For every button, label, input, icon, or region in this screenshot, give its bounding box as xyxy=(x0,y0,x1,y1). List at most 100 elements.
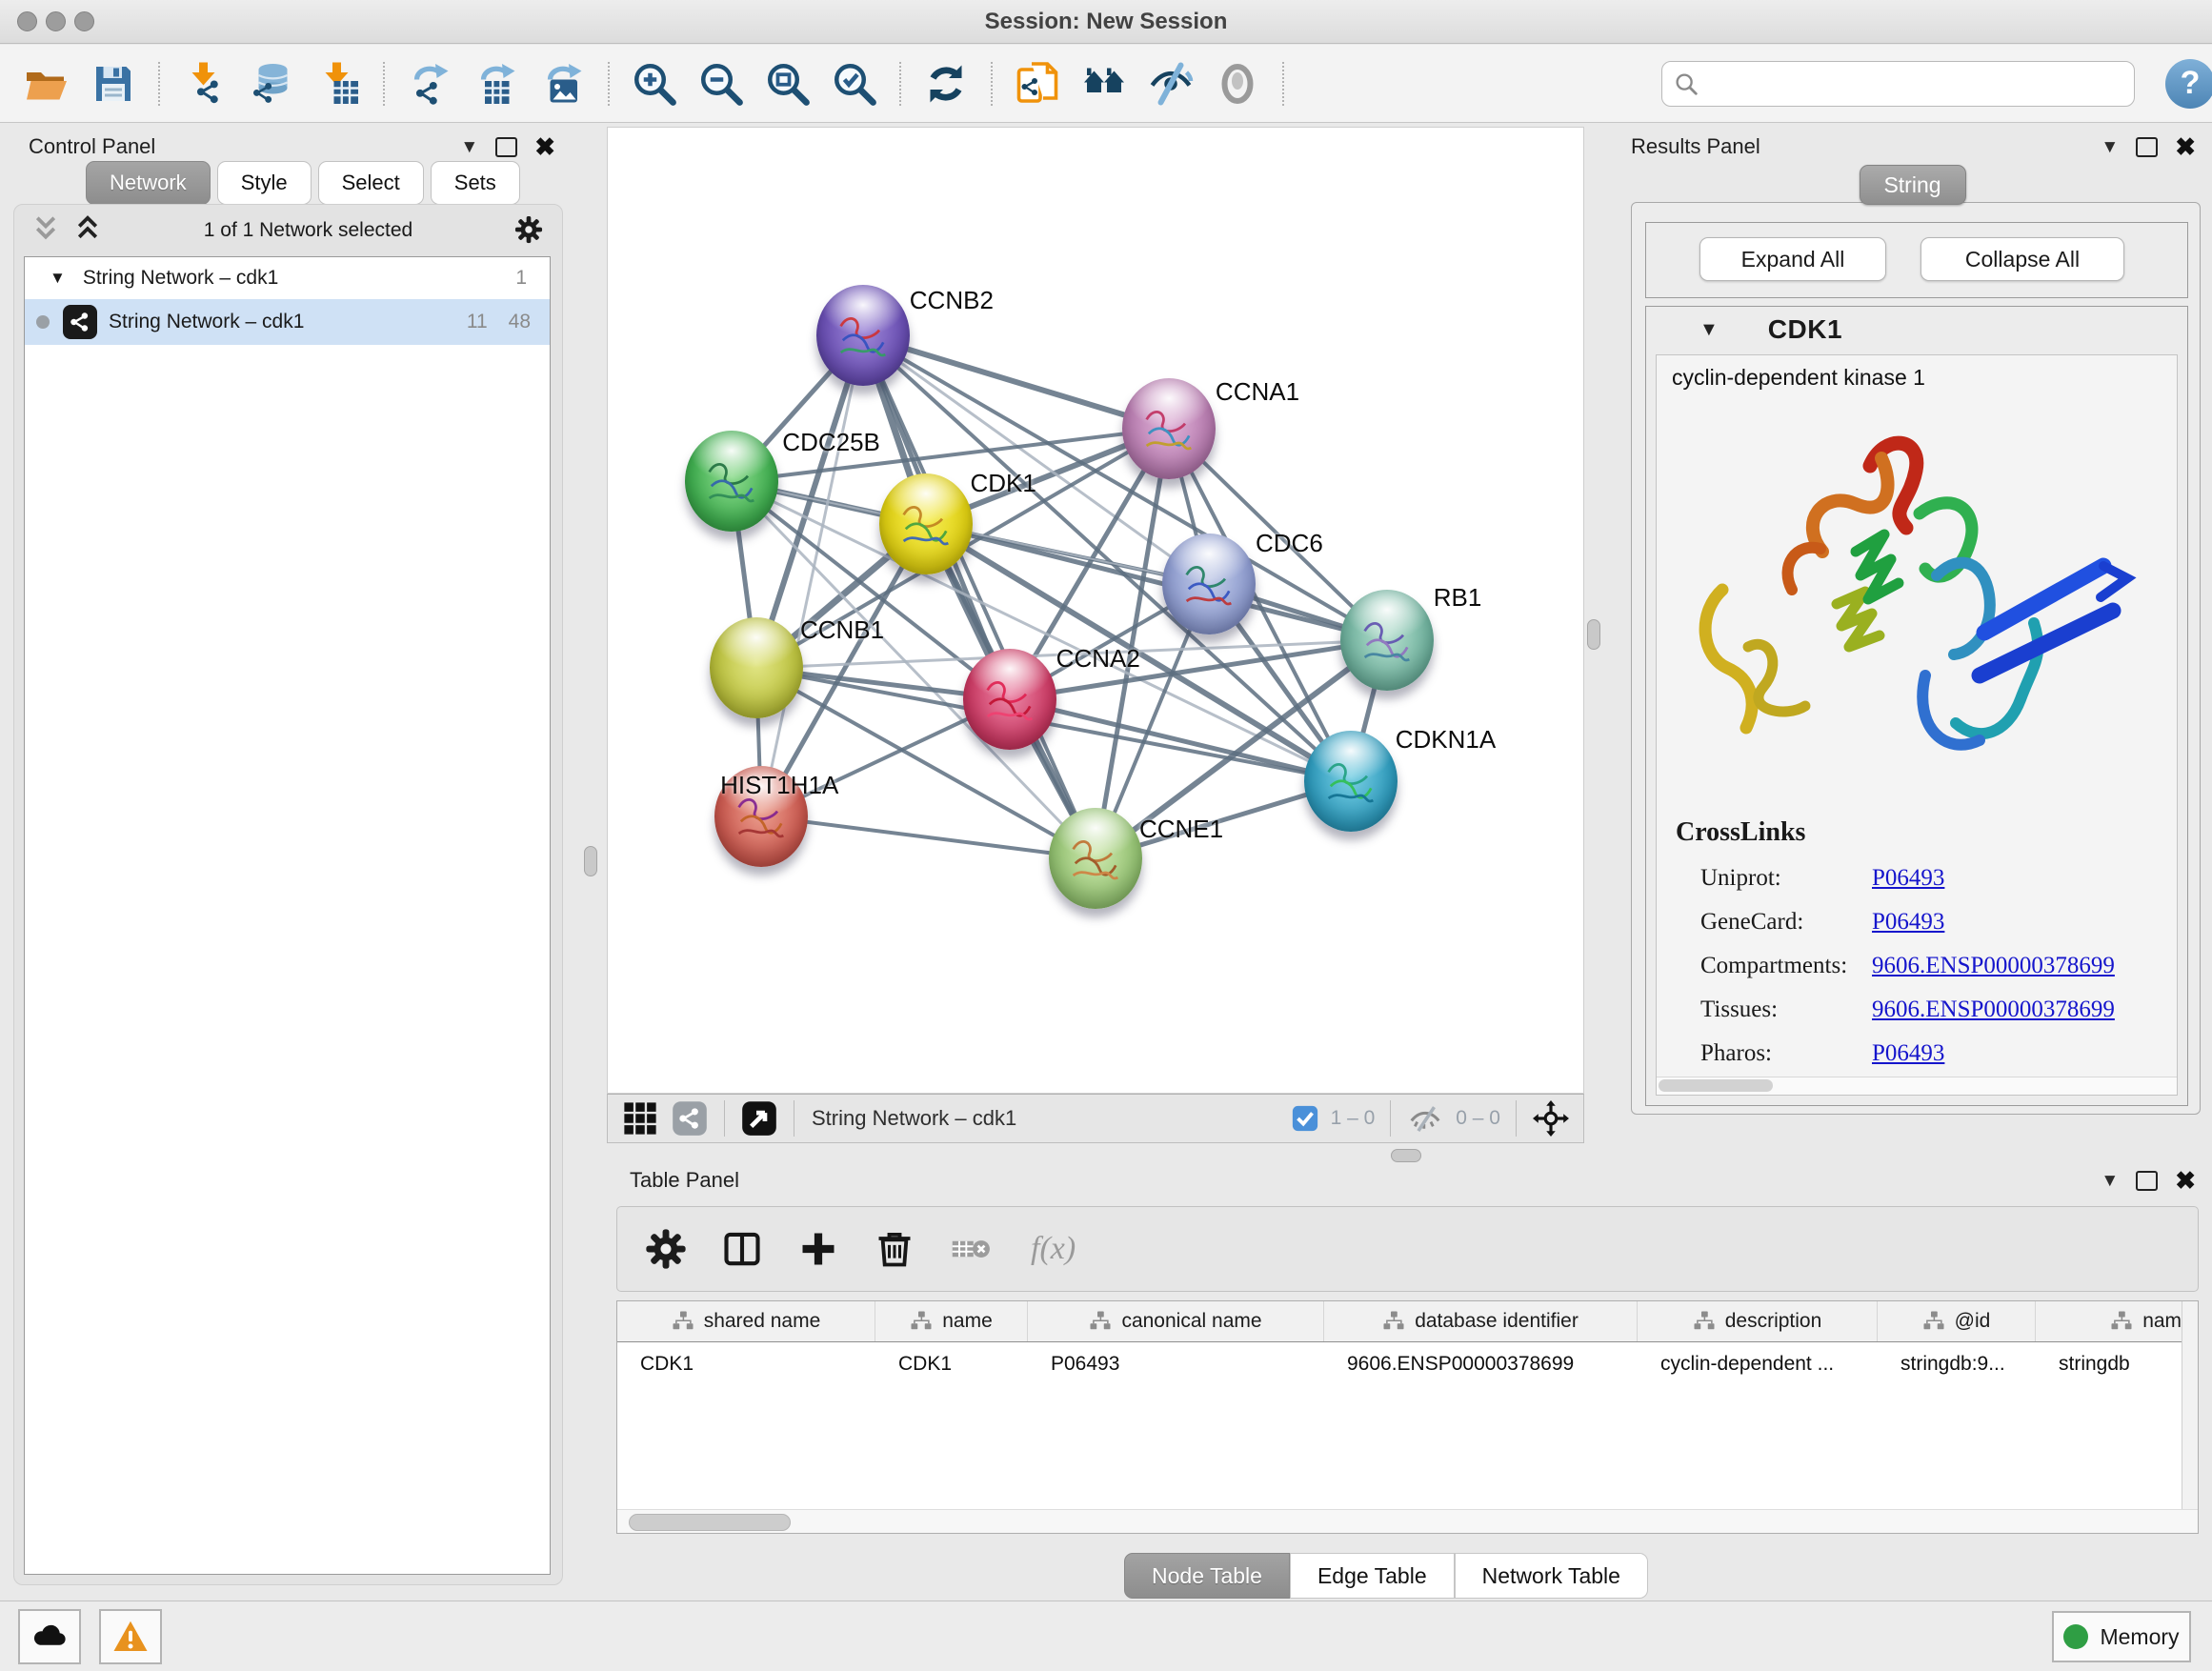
open-file-button[interactable] xyxy=(19,56,74,111)
search-input[interactable] xyxy=(1706,70,2124,97)
column-header-description[interactable]: description xyxy=(1638,1301,1878,1341)
eye-hidden-icon[interactable] xyxy=(1404,1097,1446,1139)
column-header-database-identifier[interactable]: database identifier xyxy=(1324,1301,1638,1341)
panel-collapse-icon[interactable]: ▼ xyxy=(2101,138,2119,156)
panel-divider-handle[interactable] xyxy=(1587,619,1600,650)
network-node-CDKN1A[interactable] xyxy=(1304,731,1398,832)
expand-all-networks-icon[interactable] xyxy=(73,214,102,248)
scrollbar-thumb[interactable] xyxy=(1659,1079,1773,1092)
network-node-RB1[interactable] xyxy=(1340,590,1434,691)
table-cell[interactable]: CDK1 xyxy=(617,1342,875,1386)
network-node-CDC25B[interactable] xyxy=(685,431,778,532)
network-options-gear-icon[interactable] xyxy=(514,215,545,246)
columns-button[interactable] xyxy=(720,1227,764,1271)
panel-close-icon[interactable]: ✖ xyxy=(2175,134,2196,159)
column-header-shared-name[interactable]: shared name xyxy=(617,1301,875,1341)
collapse-all-networks-icon[interactable] xyxy=(31,214,60,248)
expand-all-button[interactable]: Expand All xyxy=(1699,237,1886,281)
panel-divider-handle[interactable] xyxy=(1391,1149,1421,1162)
share-badge-icon[interactable] xyxy=(669,1097,711,1139)
memory-button[interactable]: Memory xyxy=(2052,1611,2191,1662)
tab-edge-table[interactable]: Edge Table xyxy=(1290,1553,1455,1599)
collapse-all-button[interactable]: Collapse All xyxy=(1920,237,2124,281)
gene-entry-header[interactable]: ▼ CDK1 xyxy=(1646,307,2187,352)
column-header-name[interactable]: name xyxy=(875,1301,1028,1341)
network-edge[interactable] xyxy=(863,335,1096,858)
panel-float-icon[interactable] xyxy=(495,137,517,157)
results-horizontal-scrollbar[interactable] xyxy=(1657,1077,2177,1095)
tab-string[interactable]: String xyxy=(1860,165,1966,205)
column-header-namespace[interactable]: namespace xyxy=(2036,1301,2199,1341)
network-edge[interactable] xyxy=(761,816,1096,859)
network-edge[interactable] xyxy=(761,335,863,815)
delete-column-button[interactable] xyxy=(949,1227,993,1271)
table-vertical-scrollbar[interactable] xyxy=(2182,1301,2198,1533)
crosslink-link[interactable]: 9606.ENSP00000378699 xyxy=(1872,997,2115,1023)
tab-network[interactable]: Network xyxy=(86,161,211,205)
plus-button[interactable] xyxy=(796,1227,840,1271)
network-node-CCNA2[interactable] xyxy=(963,649,1056,750)
trash-button[interactable] xyxy=(873,1227,916,1271)
network-collection-row[interactable]: ▼ String Network – cdk1 1 xyxy=(25,257,550,299)
crosslink-link[interactable]: 9606.ENSP00000378699 xyxy=(1872,953,2115,979)
panel-close-icon[interactable]: ✖ xyxy=(534,134,555,159)
selected-checkbox-icon[interactable] xyxy=(1289,1097,1321,1139)
tab-select[interactable]: Select xyxy=(318,161,424,205)
table-cell[interactable]: CDK1 xyxy=(875,1342,1028,1386)
export-image-button[interactable] xyxy=(535,56,591,111)
panel-close-icon[interactable]: ✖ xyxy=(2175,1168,2196,1193)
zoom-out-button[interactable] xyxy=(694,56,749,111)
panel-collapse-icon[interactable]: ▼ xyxy=(460,138,478,156)
panel-divider-handle[interactable] xyxy=(584,846,597,876)
import-database-button[interactable] xyxy=(244,56,299,111)
network-node-CCNE1[interactable] xyxy=(1049,808,1142,909)
grayscale-view-button[interactable] xyxy=(1210,56,1265,111)
network-node-CCNB1[interactable] xyxy=(710,617,803,718)
table-cell[interactable]: cyclin-dependent ... xyxy=(1638,1342,1878,1386)
network-node-CCNA1[interactable] xyxy=(1122,378,1216,479)
panel-collapse-icon[interactable]: ▼ xyxy=(2101,1172,2119,1190)
zoom-selected-button[interactable] xyxy=(827,56,882,111)
network-node-CDC6[interactable] xyxy=(1162,534,1256,634)
table-horizontal-scrollbar[interactable] xyxy=(617,1509,2198,1533)
crosslink-link[interactable]: P06493 xyxy=(1872,1040,1944,1067)
tab-style[interactable]: Style xyxy=(217,161,312,205)
string-home-button[interactable] xyxy=(1076,56,1132,111)
tree-expand-icon[interactable]: ▼ xyxy=(50,269,66,288)
tab-node-table[interactable]: Node Table xyxy=(1124,1553,1290,1599)
zoom-fit-button[interactable] xyxy=(760,56,815,111)
zoom-in-button[interactable] xyxy=(627,56,682,111)
entry-collapse-icon[interactable]: ▼ xyxy=(1699,319,1719,341)
network-row-selected[interactable]: String Network – cdk1 11 48 xyxy=(25,299,550,345)
tab-network-table[interactable]: Network Table xyxy=(1455,1553,1648,1599)
table-cell[interactable]: stringdb xyxy=(2036,1342,2199,1386)
table-row[interactable]: CDK1CDK1P064939606.ENSP00000378699cyclin… xyxy=(617,1342,2198,1386)
crosslink-link[interactable]: P06493 xyxy=(1872,865,1944,892)
tab-sets[interactable]: Sets xyxy=(431,161,520,205)
panel-float-icon[interactable] xyxy=(2136,137,2158,157)
network-canvas[interactable]: CCNB2CCNA1CDC25BCDK1CDC6RB1CCNB1CCNA2CDK… xyxy=(607,127,1584,1094)
crosslink-link[interactable]: P06493 xyxy=(1872,909,1944,936)
import-network-button[interactable] xyxy=(177,56,232,111)
table-cell[interactable]: P06493 xyxy=(1028,1342,1324,1386)
column-header-canonical-name[interactable]: canonical name xyxy=(1028,1301,1324,1341)
network-node-CCNB2[interactable] xyxy=(816,285,910,386)
export-network-button[interactable] xyxy=(402,56,457,111)
function-builder-button[interactable]: f(x) xyxy=(1031,1231,1076,1267)
column-header--id[interactable]: @id xyxy=(1878,1301,2036,1341)
cloud-status-button[interactable] xyxy=(18,1609,81,1664)
warnings-button[interactable] xyxy=(99,1609,162,1664)
birdseye-icon[interactable] xyxy=(738,1097,780,1139)
string-document-button[interactable] xyxy=(1010,56,1065,111)
table-cell[interactable]: 9606.ENSP00000378699 xyxy=(1324,1342,1638,1386)
scrollbar-thumb[interactable] xyxy=(629,1514,791,1531)
gear-button[interactable] xyxy=(644,1227,688,1271)
help-button[interactable]: ? xyxy=(2165,59,2212,109)
save-session-button[interactable] xyxy=(86,56,141,111)
hide-selected-button[interactable] xyxy=(1143,56,1198,111)
grid-view-icon[interactable] xyxy=(619,1097,661,1139)
import-table-button[interactable] xyxy=(311,56,366,111)
refresh-layout-button[interactable] xyxy=(918,56,974,111)
export-table-button[interactable] xyxy=(469,56,524,111)
move-crosshair-icon[interactable] xyxy=(1530,1097,1572,1139)
